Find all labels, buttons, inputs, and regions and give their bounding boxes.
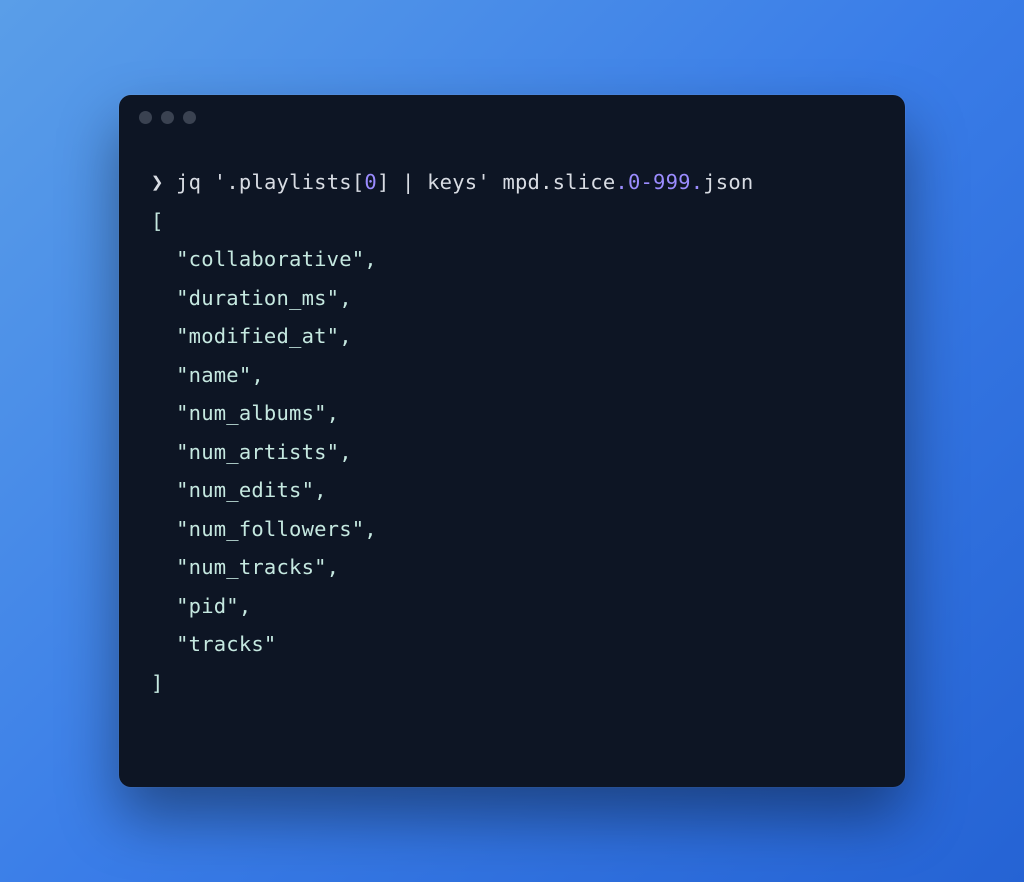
maximize-button[interactable] xyxy=(183,111,196,124)
output-close-bracket: ] xyxy=(151,664,873,703)
minimize-button[interactable] xyxy=(161,111,174,124)
command-name: jq xyxy=(176,170,201,194)
output-key-line: "duration_ms", xyxy=(151,279,873,318)
output-key-line: "num_artists", xyxy=(151,433,873,472)
output-open-bracket: [ xyxy=(151,202,873,241)
output-key-line: "pid", xyxy=(151,587,873,626)
output-key-line: "tracks" xyxy=(151,625,873,664)
output-key-line: "num_followers", xyxy=(151,510,873,549)
filename-part1: mpd.slice xyxy=(502,170,615,194)
output-key-line: "num_tracks", xyxy=(151,548,873,587)
filename-dot2: . xyxy=(691,170,704,194)
terminal-content[interactable]: ❯ jq '.playlists[0] | keys' mpd.slice.0-… xyxy=(119,139,905,726)
filename-range: 0-999 xyxy=(628,170,691,194)
output-key-line: "name", xyxy=(151,356,873,395)
output-key-line: "modified_at", xyxy=(151,317,873,356)
command-line: ❯ jq '.playlists[0] | keys' mpd.slice.0-… xyxy=(151,163,873,202)
titlebar xyxy=(119,95,905,139)
output-key-line: "collaborative", xyxy=(151,240,873,279)
jq-index: 0 xyxy=(364,170,377,194)
close-button[interactable] xyxy=(139,111,152,124)
jq-filter-suffix: ] | keys' xyxy=(377,170,490,194)
jq-filter-prefix: '.playlists[ xyxy=(214,170,365,194)
output-key-line: "num_edits", xyxy=(151,471,873,510)
output-key-line: "num_albums", xyxy=(151,394,873,433)
filename-dot1: . xyxy=(615,170,628,194)
terminal-window: ❯ jq '.playlists[0] | keys' mpd.slice.0-… xyxy=(119,95,905,787)
prompt-symbol: ❯ xyxy=(151,170,164,194)
filename-ext: json xyxy=(703,170,753,194)
